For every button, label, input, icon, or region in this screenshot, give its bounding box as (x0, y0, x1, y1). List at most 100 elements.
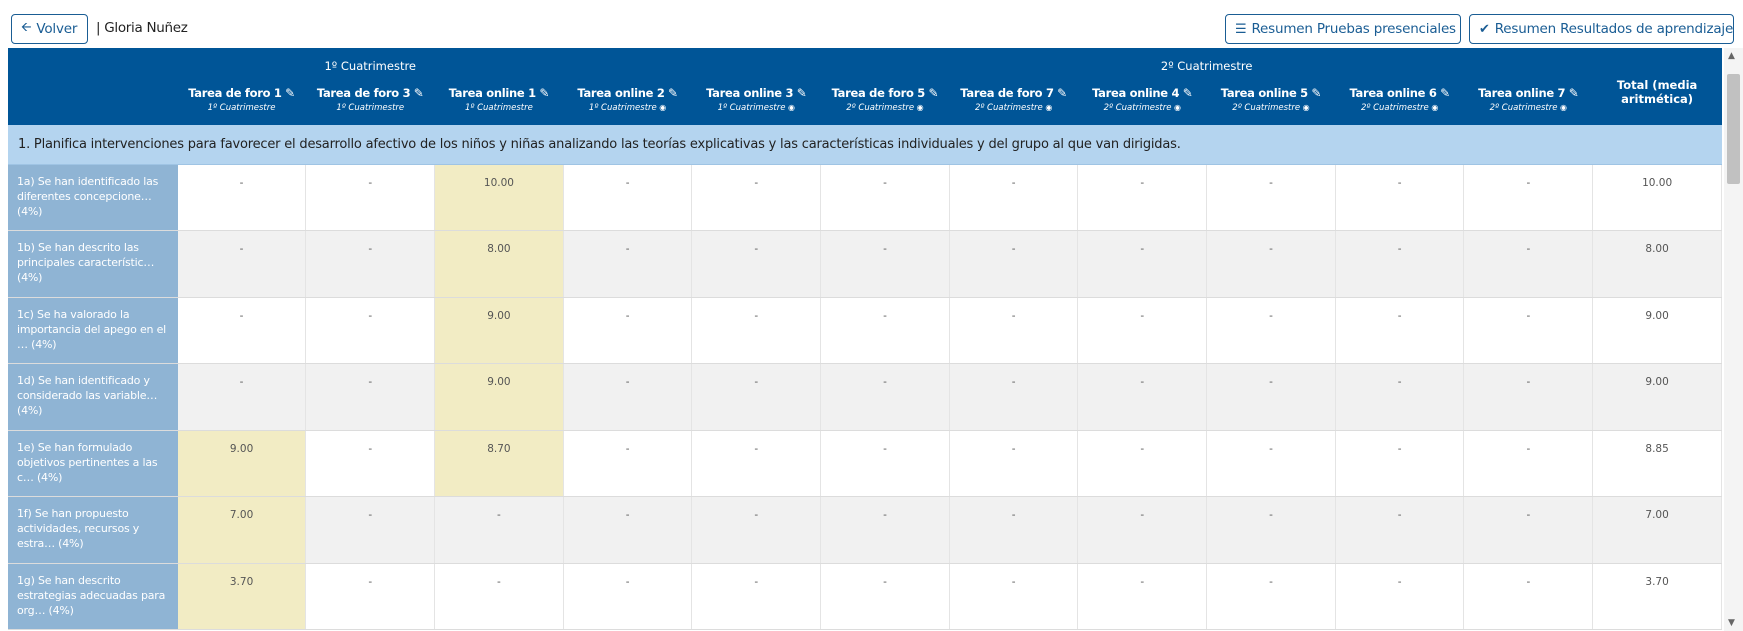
grade-cell[interactable]: - (691, 563, 822, 630)
grade-cell[interactable]: - (1335, 363, 1465, 431)
column-header[interactable]: Tarea online 2 ✎ 1º Cuatrimestre ◉ (563, 78, 692, 125)
grade-cell[interactable]: - (563, 164, 693, 231)
grade-cell[interactable]: - (1206, 430, 1336, 497)
back-button[interactable]: 🡨 Volver (11, 14, 88, 44)
grade-cell[interactable]: - (691, 430, 822, 497)
pencil-icon[interactable]: ✎ (793, 86, 807, 100)
column-header[interactable]: Tarea online 1 ✎ 1º Cuatrimestre (434, 78, 564, 125)
grade-cell[interactable]: - (820, 297, 950, 364)
grade-cell[interactable]: 8.00 (434, 230, 564, 298)
resultados-summary-button[interactable]: ✔ Resumen Resultados de aprendizaje (1469, 14, 1734, 44)
grade-cell[interactable]: - (949, 230, 1079, 298)
scroll-down-icon[interactable]: ▼ (1728, 618, 1735, 628)
grade-cell[interactable]: - (305, 230, 436, 298)
grade-cell[interactable]: - (1463, 430, 1594, 497)
grade-cell[interactable]: - (691, 363, 822, 431)
scroll-up-icon[interactable]: ▲ (1728, 51, 1735, 61)
grade-cell[interactable]: - (1077, 164, 1208, 231)
grade-cell[interactable]: - (1463, 496, 1594, 564)
pencil-icon[interactable]: ✎ (1054, 86, 1067, 100)
grade-cell[interactable]: - (563, 430, 693, 497)
grade-cell[interactable]: - (949, 164, 1079, 231)
pencil-icon[interactable]: ✎ (410, 86, 424, 100)
column-header[interactable]: Tarea online 4 ✎ 2º Cuatrimestre ◉ (1077, 78, 1207, 125)
grade-cell[interactable]: - (1077, 297, 1208, 364)
grade-cell[interactable]: - (434, 496, 564, 564)
grade-cell[interactable]: - (177, 164, 307, 231)
column-header[interactable]: Tarea online 6 ✎ 2º Cuatrimestre ◉ (1335, 78, 1464, 125)
grade-cell[interactable]: - (820, 230, 950, 298)
grade-cell[interactable]: - (1335, 164, 1465, 231)
grade-cell[interactable]: - (1206, 563, 1336, 630)
grade-cell[interactable]: - (305, 363, 436, 431)
grade-cell[interactable]: - (563, 297, 693, 364)
grade-cell[interactable]: - (305, 430, 436, 497)
grade-cell[interactable]: - (1463, 363, 1594, 431)
grade-cell[interactable]: - (1335, 563, 1465, 630)
grade-cell[interactable]: 9.00 (177, 430, 307, 497)
grade-cell[interactable]: - (563, 230, 693, 298)
grade-cell[interactable]: - (1077, 230, 1208, 298)
grade-cell[interactable]: - (1077, 363, 1208, 431)
grade-cell[interactable]: 9.00 (434, 363, 564, 431)
grade-cell[interactable]: - (563, 496, 693, 564)
grade-cell[interactable]: - (1206, 164, 1336, 231)
scrollbar-thumb[interactable] (1727, 74, 1740, 184)
grade-cell[interactable]: - (820, 430, 950, 497)
pencil-icon[interactable]: ✎ (1565, 86, 1579, 100)
column-header[interactable]: Tarea de foro 5 ✎ 2º Cuatrimestre ◉ (820, 78, 950, 125)
grade-cell[interactable]: - (1463, 164, 1594, 231)
pencil-icon[interactable]: ✎ (1179, 86, 1193, 100)
grade-cell[interactable]: - (691, 297, 822, 364)
grade-cell[interactable]: 10.00 (434, 164, 564, 231)
column-header[interactable]: Tarea online 3 ✎ 1º Cuatrimestre ◉ (691, 78, 821, 125)
grade-cell[interactable]: - (305, 563, 436, 630)
grade-cell[interactable]: - (177, 297, 307, 364)
grade-cell[interactable]: - (949, 496, 1079, 564)
grade-cell[interactable]: - (691, 496, 822, 564)
grade-cell[interactable]: - (1077, 430, 1208, 497)
grade-cell[interactable]: - (563, 563, 693, 630)
grade-cell[interactable]: - (305, 164, 436, 231)
grade-cell[interactable]: - (305, 297, 436, 364)
grade-cell[interactable]: - (949, 297, 1079, 364)
grade-cell[interactable]: 9.00 (434, 297, 564, 364)
grade-cell[interactable]: - (177, 230, 307, 298)
grade-cell[interactable]: - (820, 363, 950, 431)
vertical-scrollbar[interactable]: ▲ ▼ (1724, 48, 1743, 631)
grade-cell[interactable]: - (820, 164, 950, 231)
column-header[interactable]: Tarea online 7 ✎ 2º Cuatrimestre ◉ (1463, 78, 1593, 125)
pencil-icon[interactable]: ✎ (282, 86, 295, 100)
grade-cell[interactable]: - (1206, 363, 1336, 431)
column-header[interactable]: Tarea online 5 ✎ 2º Cuatrimestre ◉ (1206, 78, 1336, 125)
grade-cell[interactable]: - (691, 164, 822, 231)
grade-cell[interactable]: - (1077, 563, 1208, 630)
column-header[interactable]: Tarea de foro 7 ✎ 2º Cuatrimestre ◉ (949, 78, 1078, 125)
grade-cell[interactable]: - (949, 363, 1079, 431)
grade-cell[interactable]: - (820, 496, 950, 564)
grade-cell[interactable]: - (563, 363, 693, 431)
pencil-icon[interactable]: ✎ (925, 86, 939, 100)
grade-cell[interactable]: - (949, 563, 1079, 630)
grade-cell[interactable]: - (691, 230, 822, 298)
pruebas-summary-button[interactable]: ☰ Resumen Pruebas presenciales (1225, 14, 1461, 44)
grade-cell[interactable]: - (949, 430, 1079, 497)
grade-cell[interactable]: - (305, 496, 436, 564)
grade-cell[interactable]: - (1335, 297, 1465, 364)
grade-cell[interactable]: - (1206, 297, 1336, 364)
grade-cell[interactable]: 3.70 (177, 563, 307, 630)
grade-cell[interactable]: - (1206, 230, 1336, 298)
grade-cell[interactable]: - (1077, 496, 1208, 564)
pencil-icon[interactable]: ✎ (665, 86, 678, 100)
grade-cell[interactable]: - (820, 563, 950, 630)
column-header[interactable]: Tarea de foro 3 ✎ 1º Cuatrimestre (305, 78, 435, 125)
grade-cell[interactable]: - (1463, 297, 1594, 364)
grade-cell[interactable]: - (1335, 230, 1465, 298)
grade-cell[interactable]: - (177, 363, 307, 431)
pencil-icon[interactable]: ✎ (1308, 86, 1321, 100)
grade-cell[interactable]: - (1463, 563, 1594, 630)
grade-cell[interactable]: - (434, 563, 564, 630)
pencil-icon[interactable]: ✎ (1437, 86, 1450, 100)
grade-cell[interactable]: - (1335, 430, 1465, 497)
grade-cell[interactable]: - (1335, 496, 1465, 564)
